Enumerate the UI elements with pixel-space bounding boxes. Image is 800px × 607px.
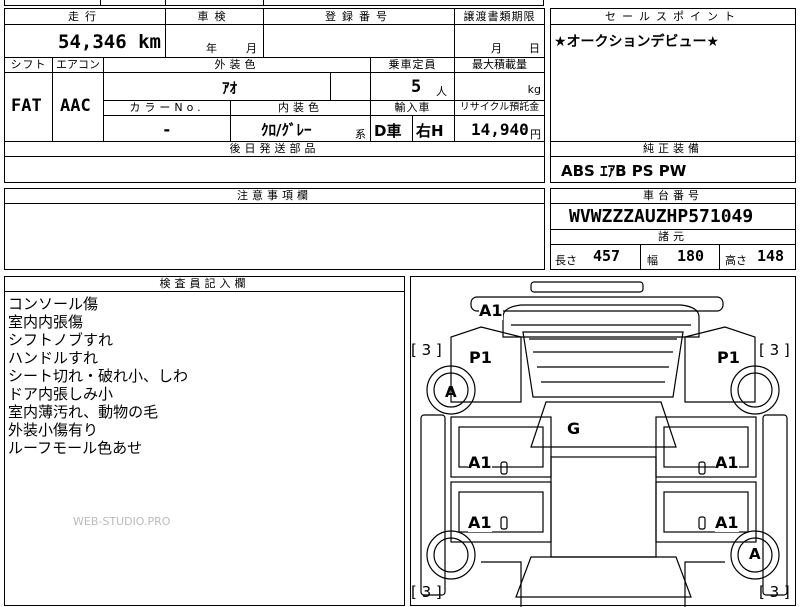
damage-mark-rear-left-door: A1 [468,513,492,532]
damage-mark-front-bumper: A1 [479,301,503,320]
height-label: 高さ [725,254,747,267]
tire-tread-rear-right: [ 3 ] [759,583,790,601]
sales-point-text: ★オークションデビュー★ [554,34,720,50]
shift-value: FAT [11,96,42,116]
damage-mark-right-fender: P1 [717,348,740,367]
damage-mark-rear-right-wheel: A [749,545,761,563]
max-load-box: 最大積載量 kg [454,57,545,101]
sales-point-label: セールスポイント [551,9,795,25]
tire-tread-front-right: [ 3 ] [759,341,790,359]
transfer-box: 譲渡書類期限 月 日 [454,8,545,58]
registration-box: 登録番号 [263,8,455,58]
inspector-note: ドア内張しみ小 [8,385,114,403]
inspector-box: 検査員記入欄 コンソール傷 室内内張傷 シフトノブすれ ハンドルすれ シート切れ… [4,276,405,606]
width-label: 幅 [647,254,658,267]
inspector-note: 室内薄汚れ、動物の毛 [8,403,159,421]
shift-label: シフト [5,58,52,73]
capacity-label: 乗車定員 [371,58,454,73]
inspection-label: 車検 [166,9,263,25]
length-value: 457 [593,247,621,265]
damage-mark-front-right-door: A1 [715,453,739,472]
chassis-value: WVWZZZAUZHP571049 [569,206,754,227]
inspector-note: 室内内張傷 [8,313,84,331]
inspector-note: ハンドルすれ [8,349,99,367]
recycle-box: リサイクル預託金 14,940 円 [454,100,545,142]
dimensions-label: 諸元 [551,230,795,245]
color-no-value: - [162,120,172,139]
watermark: WEB-STUDIO.PRO [73,515,171,528]
aircon-box: エアコン AAC [52,57,104,142]
max-load-unit: kg [527,83,541,96]
top-partial-row [4,0,544,6]
car-diagram: [ 3 ] [ 3 ] [ 3 ] [ 3 ] A1 P1 P1 A A G A… [410,276,796,607]
notes-field-box: 注意事項欄 [4,188,545,270]
aircon-label: エアコン [53,58,103,73]
capacity-value: 5 [411,77,422,97]
recycle-unit: 円 [530,128,541,141]
damage-mark-rear-right-door: A1 [715,513,739,532]
dimensions-box: 諸元 長さ 457 幅 180 高さ 148 [550,229,796,270]
transfer-day-unit: 日 [529,42,540,55]
exterior-value: ｱｵ [222,79,238,97]
height-value: 148 [757,247,785,265]
import-label: 輸入車 [371,101,454,116]
width-value: 180 [677,247,705,265]
transfer-label: 譲渡書類期限 [455,9,544,25]
mileage-value: 54,346 [58,31,127,53]
damage-mark-front-left-wheel: A [445,383,457,401]
import-steering: 右H [416,122,444,140]
exterior-box: 外装色 ｱｵ [103,57,371,101]
inspection-year-unit: 年 [206,42,217,55]
inspection-box: 車検 年 月 [165,8,264,58]
sales-point-box: セールスポイント ★オークションデビュー★ [550,8,796,142]
inspector-notes: コンソール傷 室内内張傷 シフトノブすれ ハンドルすれ シート切れ・破れ小、しわ… [8,295,188,457]
car-outline-drawing [420,281,788,607]
tire-tread-front-left: [ 3 ] [411,341,442,359]
shift-box: シフト FAT [4,57,53,142]
inspector-note: シート切れ・破れ小、しわ [8,367,189,385]
later-parts-box: 後日発送部品 [4,141,545,183]
damage-mark-front-left-door: A1 [468,453,492,472]
tire-tread-rear-left: [ 3 ] [411,583,442,601]
inspector-note: ルーフモール色あせ [8,439,143,457]
inspection-month-unit: 月 [246,42,257,55]
later-parts-label: 後日発送部品 [5,142,544,157]
interior-suffix: 系 [355,128,366,141]
capacity-unit: 人 [436,85,447,98]
aircon-value: AAC [60,96,91,116]
inspector-note: コンソール傷 [8,295,99,313]
damage-mark-windshield: G [567,419,581,438]
damage-mark-left-fender: P1 [469,348,492,367]
color-no-label: カラーNo. [104,101,230,116]
inspector-note: 外装小傷有り [8,421,99,439]
interior-value: ｸﾛ/ｸﾞﾚｰ [261,121,312,139]
interior-label: 内装色 [231,101,370,116]
capacity-box: 乗車定員 5 人 [370,57,455,101]
inspector-note: シフトノブすれ [8,331,114,349]
recycle-value: 14,940 [471,120,529,139]
chassis-label: 車台番号 [551,189,795,204]
equipment-value: ABS ｴｱB PS PW [561,162,687,180]
mileage-box: 走行 54,346 km [4,8,166,58]
recycle-label: リサイクル預託金 [455,101,544,116]
import-box: 輸入車 D車 右H [370,100,455,142]
registration-label: 登録番号 [264,9,454,25]
interior-box: 内装色 ｸﾛ/ｸﾞﾚｰ 系 [230,100,371,142]
mileage-label: 走行 [5,9,165,25]
color-no-box: カラーNo. - [103,100,231,142]
import-value: D車 [374,122,402,140]
transfer-month-unit: 月 [491,42,502,55]
notes-field-label: 注意事項欄 [5,189,544,204]
chassis-box: 車台番号 WVWZZZAUZHP571049 [550,188,796,230]
mileage-unit: km [138,31,161,53]
length-label: 長さ [555,254,577,267]
max-load-label: 最大積載量 [455,58,544,73]
inspector-label: 検査員記入欄 [5,277,404,292]
equipment-label: 純正装備 [551,142,795,157]
equipment-box: 純正装備 ABS ｴｱB PS PW [550,141,796,183]
exterior-label: 外装色 [104,58,370,73]
